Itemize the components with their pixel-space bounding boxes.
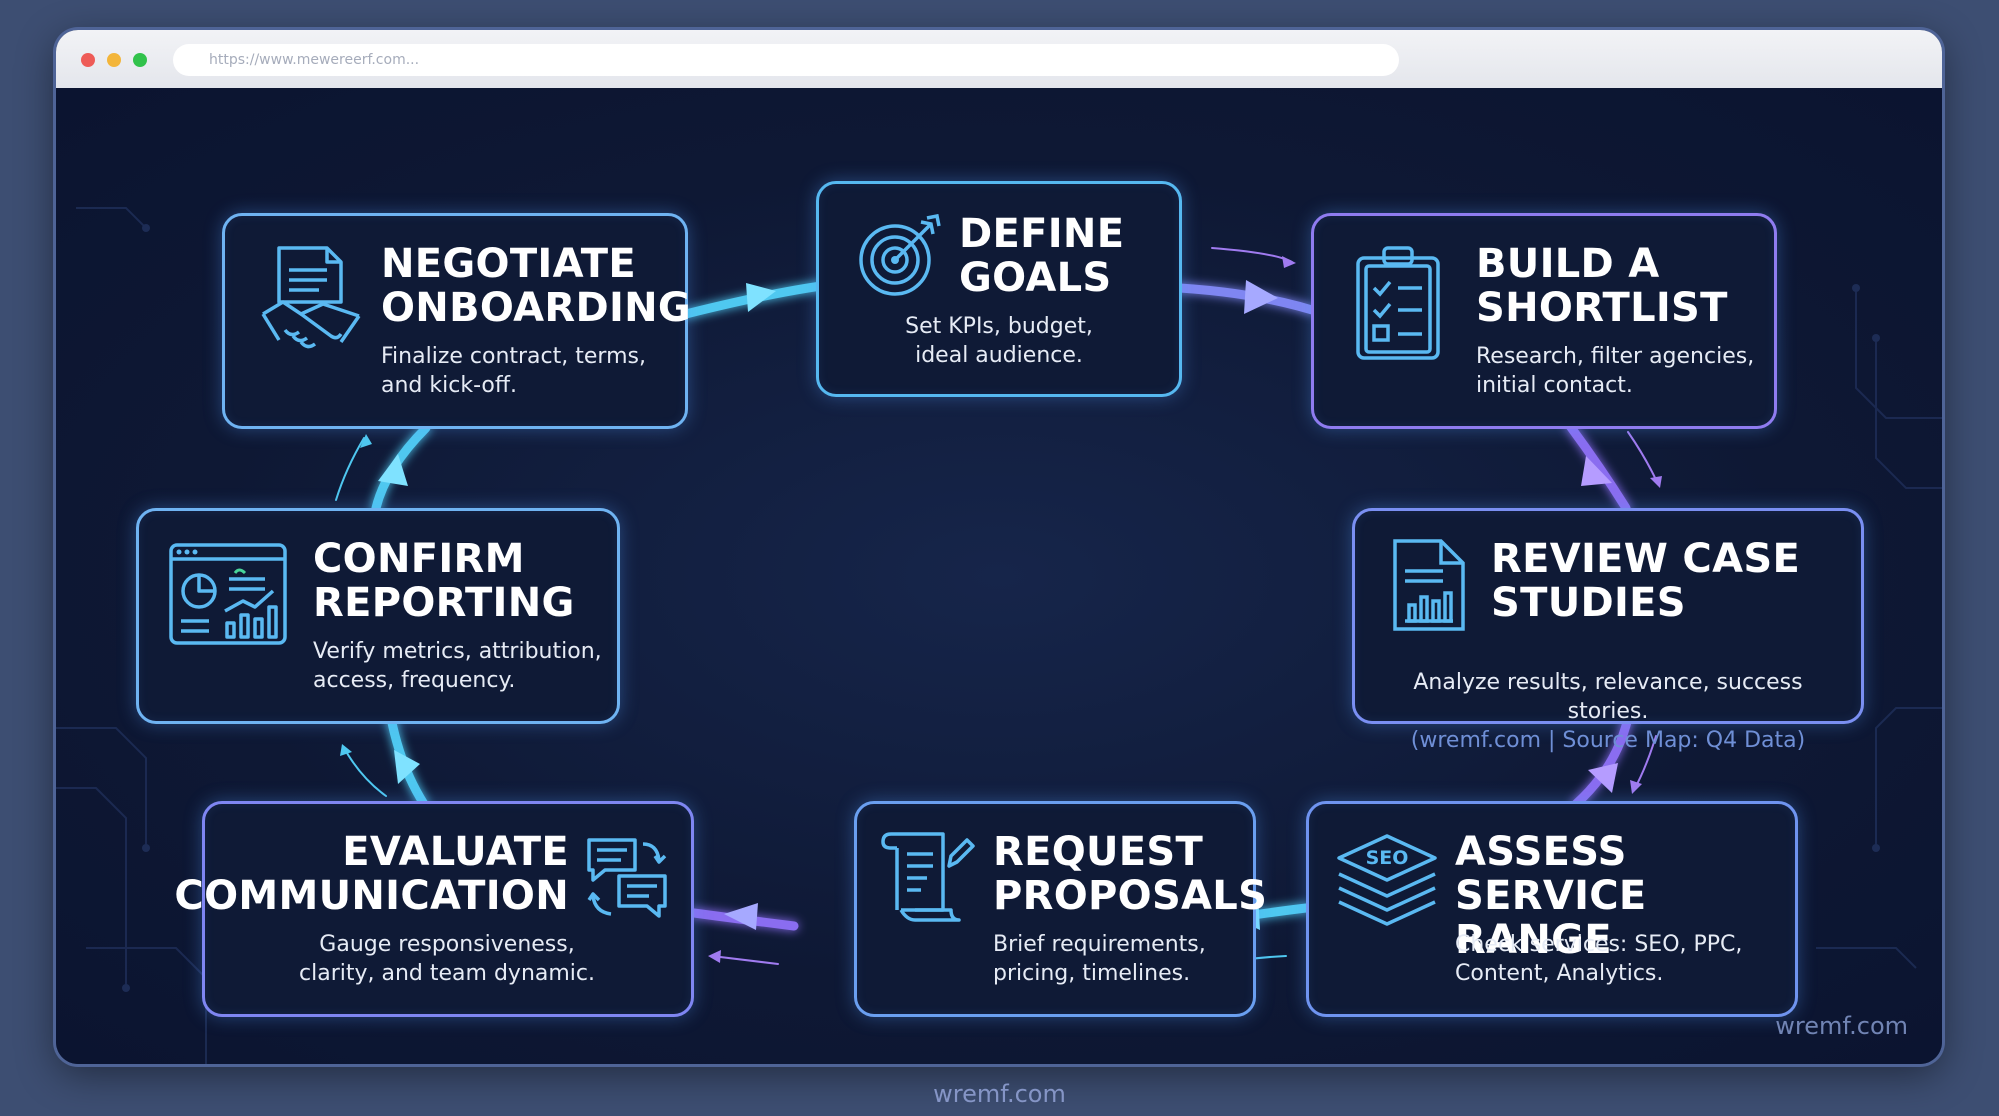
- step-card-negotiate-onboarding[interactable]: NEGOTIATE ONBOARDING Finalize contract, …: [222, 213, 692, 429]
- step-title: REQUEST PROPOSALS: [993, 829, 1268, 919]
- step-description: Gauge responsiveness, clarity, and team …: [299, 932, 595, 986]
- maximize-window-button[interactable]: [133, 53, 147, 67]
- step-description: Brief requirements, pricing, timelines.: [993, 932, 1206, 986]
- watermark: wremf.com: [1775, 1012, 1908, 1040]
- step-title: DEFINE GOALS: [959, 211, 1125, 301]
- chat-bubbles-icon: [587, 838, 667, 918]
- document-chart-icon: [1393, 539, 1465, 631]
- svg-text:SEO: SEO: [1366, 847, 1409, 869]
- step-card-build-shortlist[interactable]: BUILD A SHORTLIST Research, filter agenc…: [1311, 213, 1777, 429]
- seo-layers-icon: SEO: [1337, 834, 1437, 926]
- browser-titlebar: https://www.mewereerf.com...: [56, 30, 1942, 88]
- clipboard-checklist-icon: [1356, 246, 1440, 360]
- browser-window: https://www.mewereerf.com... DEFINE GOAL…: [56, 30, 1942, 1064]
- dashboard-icon: [169, 543, 287, 645]
- step-description: Set KPIs, budget, ideal audience.: [905, 314, 1093, 368]
- step-description: Finalize contract, terms, and kick-off.: [381, 344, 646, 398]
- step-card-review-case-studies[interactable]: REVIEW CASE STUDIES Analyze results, rel…: [1352, 508, 1864, 753]
- step-card-evaluate-communication[interactable]: EVALUATE COMMUNICATION Gauge responsiven…: [174, 801, 694, 1017]
- step-card-request-proposals[interactable]: REQUEST PROPOSALS Brief requirements, pr…: [854, 801, 1267, 1017]
- step-card-assess-service-range[interactable]: SEO ASSESS SERVICE RANGE Check services:…: [1306, 801, 1798, 1017]
- step-title: NEGOTIATE ONBOARDING: [381, 241, 692, 331]
- step-description-text: Analyze results, relevance, success stor…: [1413, 670, 1803, 724]
- step-description: Analyze results, relevance, success stor…: [1355, 639, 1861, 755]
- address-bar[interactable]: https://www.mewereerf.com...: [173, 44, 1399, 76]
- handshake-contract-icon: [261, 246, 361, 349]
- minimize-window-button[interactable]: [107, 53, 121, 67]
- scroll-pen-icon: [881, 832, 975, 922]
- step-title: BUILD A SHORTLIST: [1476, 241, 1728, 331]
- step-description: Research, filter agencies, initial conta…: [1476, 344, 1755, 398]
- step-description: Verify metrics, attribution, access, fre…: [313, 639, 602, 693]
- close-window-button[interactable]: [81, 53, 95, 67]
- step-description: Check services: SEO, PPC, Content, Analy…: [1455, 932, 1743, 986]
- step-title: EVALUATE COMMUNICATION: [174, 829, 569, 919]
- source-note: (wremf.com | Source Map: Q4 Data): [1410, 728, 1806, 753]
- process-diagram: DEFINE GOALS Set KPIs, budget, ideal aud…: [56, 88, 1942, 1064]
- step-card-define-goals[interactable]: DEFINE GOALS Set KPIs, budget, ideal aud…: [816, 181, 1182, 397]
- footer-caption: wremf.com: [933, 1080, 1066, 1108]
- step-title: CONFIRM REPORTING: [313, 536, 575, 626]
- step-card-confirm-reporting[interactable]: CONFIRM REPORTING Verify metrics, attrib…: [136, 508, 620, 724]
- target-icon: [859, 214, 941, 296]
- step-title: REVIEW CASE STUDIES: [1491, 536, 1801, 626]
